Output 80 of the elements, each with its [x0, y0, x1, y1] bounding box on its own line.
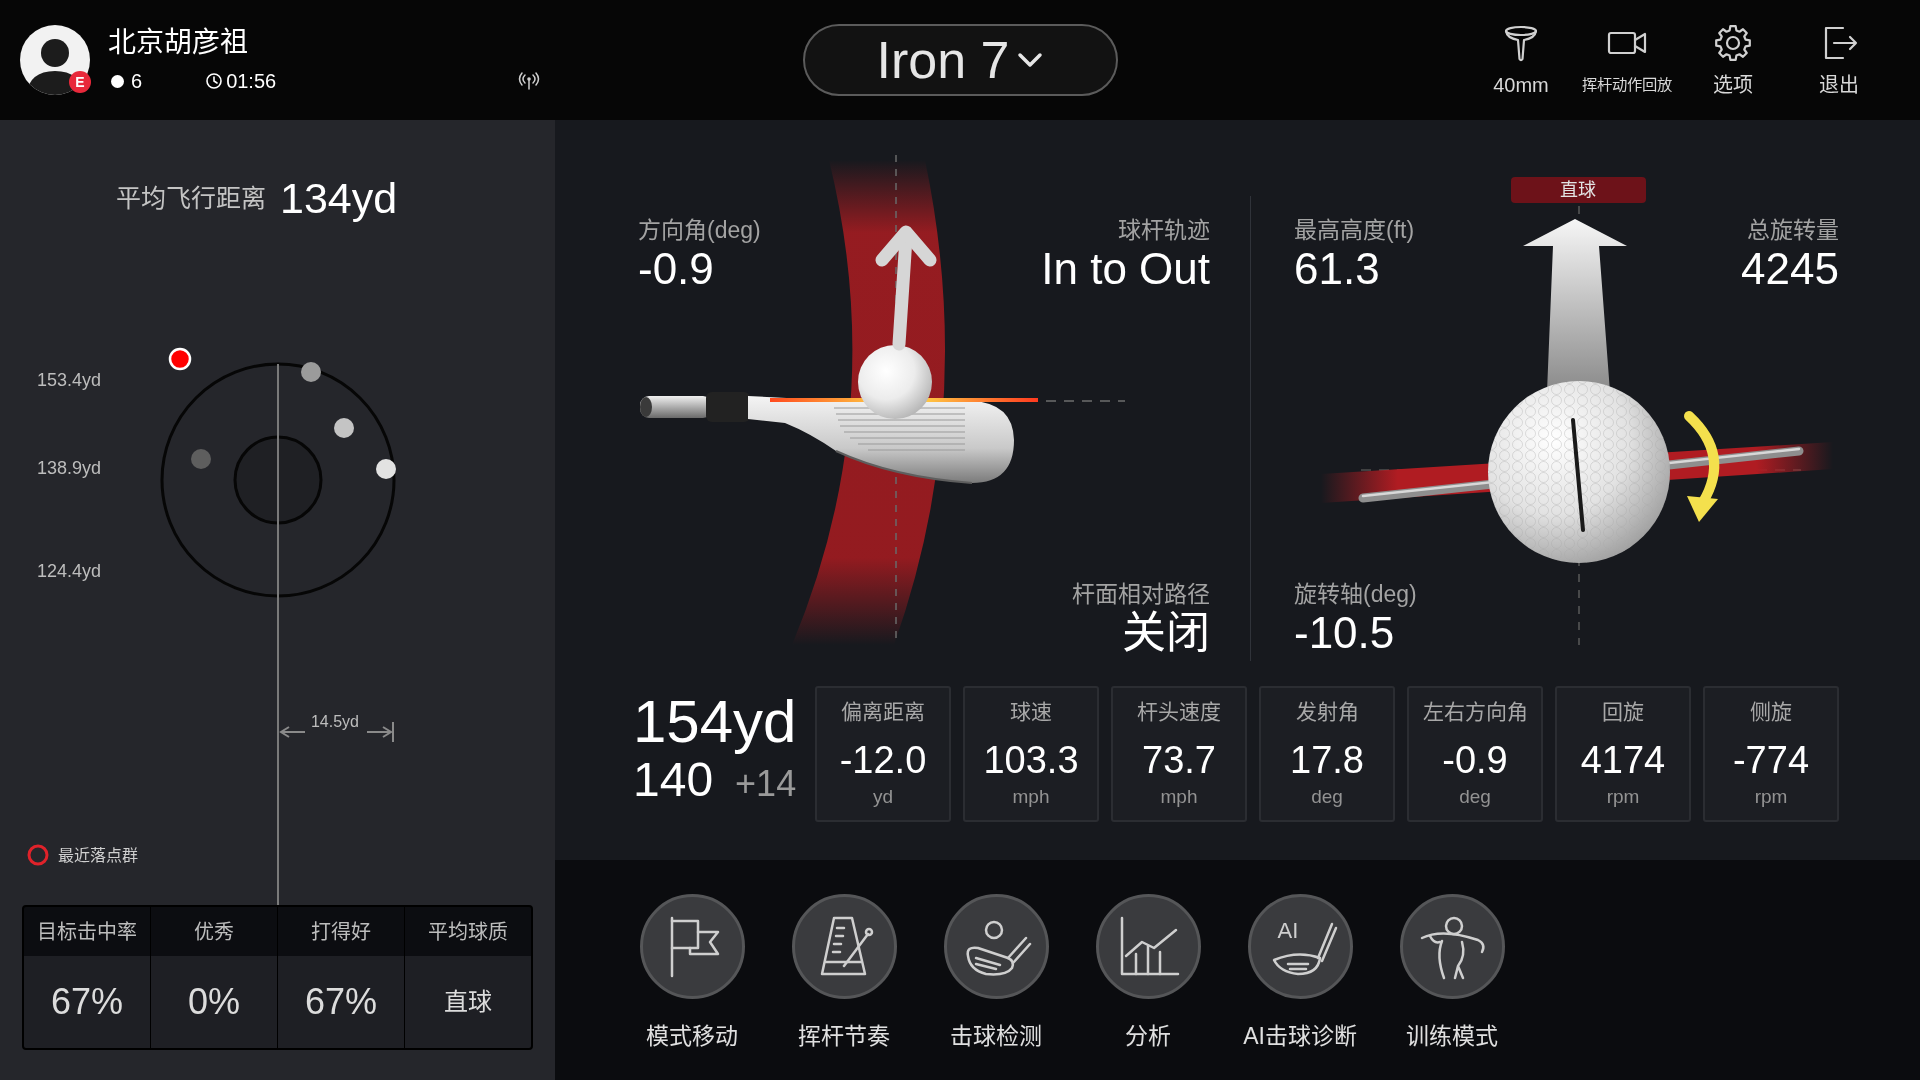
stat-value: 0% [151, 956, 277, 1048]
metric-label: 回旋 [1602, 699, 1644, 725]
metric-value: -12.0 [839, 738, 927, 782]
metric-label: 侧旋 [1750, 699, 1792, 725]
stat-value: 直球 [405, 956, 531, 1048]
metric-value: 17.8 [1290, 738, 1364, 782]
toolbar-button[interactable]: 选项 [1680, 22, 1786, 98]
shot-shape-tag: 直球 [1510, 177, 1646, 203]
metric-unit: deg [1311, 785, 1343, 809]
total-spin-label: 总旋转量 [1747, 216, 1839, 245]
metric-unit: mph [1012, 785, 1050, 809]
distance-label: 124.4yd [37, 561, 102, 581]
metric-unit: deg [1459, 785, 1491, 809]
toolbar-button[interactable]: 挥杆动作回放 [1574, 22, 1680, 98]
face-angle-value: -0.9 [638, 245, 714, 293]
metric-label: 偏离距离 [841, 699, 925, 725]
metric-value: 4174 [1580, 738, 1666, 782]
metric-unit: yd [872, 785, 894, 809]
distance-difference: +14 [735, 762, 797, 806]
metric-value: -0.9 [1442, 738, 1508, 782]
spin-axis-value: -10.5 [1294, 609, 1395, 657]
golfer-icon [1399, 894, 1505, 999]
stat-value: 67% [24, 956, 150, 1048]
menu-button[interactable]: 训练模式 [1376, 894, 1528, 1051]
legend-label: 最近落点群 [58, 847, 138, 864]
session-time: 01:56 [226, 69, 277, 94]
average-distance-value: 134yd [280, 173, 398, 224]
menu-button[interactable]: 分析 [1072, 894, 1224, 1051]
face-angle-label: 方向角(deg) [638, 216, 761, 245]
apex-label: 最高高度(ft) [1294, 216, 1415, 245]
metric-unit: mph [1160, 785, 1198, 809]
total-spin-value: 4245 [1741, 245, 1839, 293]
club-path-value: In to Out [1041, 245, 1210, 293]
stat-label: 优秀 [151, 907, 277, 956]
club-selector[interactable]: Iron 7 [802, 24, 1118, 96]
metronome-icon [791, 894, 897, 999]
avatar [20, 25, 90, 95]
legend-ring-icon [27, 844, 49, 866]
player-name: 北京胡彦祖 [108, 26, 248, 60]
stat-label: 目标击中率 [24, 907, 150, 956]
distance-label: 153.4yd [37, 370, 102, 390]
total-distance: 154yd [633, 690, 797, 754]
metric-value: -774 [1732, 738, 1810, 782]
menu-button[interactable]: 击球检测 [920, 894, 1072, 1051]
ai-club-icon: AI [1247, 894, 1353, 999]
toolbar-button[interactable]: 40mm [1468, 22, 1574, 98]
metric-label: 左右方向角 [1422, 699, 1528, 725]
club-path-label: 球杆轨迹 [1118, 216, 1210, 245]
metric-value: 103.3 [983, 738, 1079, 782]
carry-distance: 140 [633, 754, 714, 806]
spread-label: 14.5yd [311, 713, 359, 730]
flag-icon [639, 894, 745, 999]
line-chart-icon [1095, 894, 1201, 999]
face-to-path-value: 关闭 [1122, 609, 1210, 657]
clock-icon [206, 73, 223, 89]
golf-club-ball-icon [943, 894, 1049, 999]
metric-unit: rpm [1754, 785, 1788, 809]
chevron-down-icon [1017, 51, 1044, 69]
menu-button[interactable]: 挥杆节奏 [768, 894, 920, 1051]
metric-label: 杆头速度 [1137, 699, 1221, 725]
ball-count: 6 [131, 69, 143, 94]
apex-value: 61.3 [1294, 245, 1380, 293]
average-distance-label: 平均飞行距离 [116, 183, 266, 214]
metric-unit: rpm [1606, 785, 1640, 809]
level-badge: E [69, 71, 91, 93]
menu-button[interactable]: AI AI击球诊断 [1224, 894, 1376, 1051]
metric-label: 发射角 [1295, 699, 1359, 725]
face-to-path-label: 杆面相对路径 [1072, 580, 1210, 609]
stat-label: 平均球质 [405, 907, 531, 956]
signal-icon [518, 72, 540, 90]
settings-icon [1713, 22, 1753, 63]
distance-label: 138.9yd [37, 458, 102, 478]
stat-value: 67% [278, 956, 404, 1048]
metric-label: 球速 [1010, 699, 1052, 725]
menu-button[interactable]: 模式移动 [616, 894, 768, 1051]
spin-axis-label: 旋转轴(deg) [1294, 580, 1417, 609]
toolbar-button[interactable]: 退出 [1786, 22, 1892, 98]
ball-icon [111, 74, 124, 88]
stat-label: 打得好 [278, 907, 404, 956]
metric-value: 73.7 [1142, 738, 1216, 782]
